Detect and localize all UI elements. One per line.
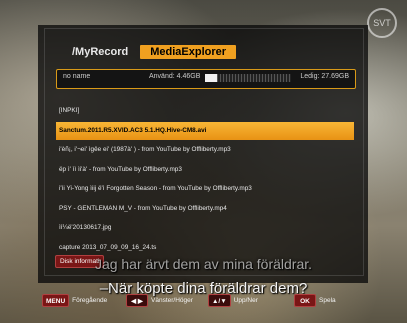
control-left-right[interactable]: ◀ ▶ Vänster/Höger — [126, 294, 193, 307]
free-space-label: Ledig: 27.69GB — [300, 73, 349, 80]
left-right-arrows-icon[interactable]: ◀ ▶ — [126, 294, 148, 307]
storage-usage-bar — [205, 74, 291, 82]
subtitle-line-1: Jag har ärvt dem av mina föräldrar. — [94, 256, 313, 272]
file-list-item[interactable]: PSY - GENTLEMAN M_V - from YouTube by Of… — [56, 200, 354, 218]
tab-myrecord[interactable]: /MyRecord — [68, 45, 132, 59]
ok-key[interactable]: OK — [294, 294, 316, 307]
storage-usage-fill — [205, 74, 218, 82]
file-list-item[interactable]: [INPKI] — [56, 102, 354, 120]
storage-info-bar: no name Använd: 4.46GB Ledig: 27.69GB — [56, 69, 356, 89]
file-list-item[interactable]: i'ìi Yi-Yong ìiij ë'ì Forgotten Season -… — [56, 180, 354, 198]
device-name: no name — [63, 73, 91, 80]
control-ok[interactable]: OK Spela — [294, 294, 336, 307]
menu-key[interactable]: MENU — [42, 294, 70, 307]
control-up-down[interactable]: ▲/▼ Upp/Ner — [208, 294, 258, 307]
file-list-item[interactable]: Sanctum.2011.R5.XVID.AC3 5.1.HQ.Hive-CM8… — [56, 121, 354, 140]
control-menu[interactable]: MENU Föregående — [42, 294, 107, 307]
control-label: Spela — [319, 297, 336, 304]
tab-bar: /MyRecord MediaExplorer — [68, 44, 237, 60]
control-label: Vänster/Höger — [151, 297, 193, 304]
control-label: Upp/Ner — [233, 297, 258, 304]
control-label: Föregående — [72, 297, 108, 304]
file-list-item[interactable]: capture 2013_07_09_09_16_24.ts — [56, 239, 354, 257]
channel-logo-icon: SVT — [367, 8, 397, 38]
up-down-arrows-icon[interactable]: ▲/▼ — [208, 294, 231, 307]
control-bar: MENU Föregående ◀ ▶ Vänster/Höger ▲/▼ Up… — [38, 291, 368, 313]
file-list-item[interactable]: i'èñ¡, i'¬ei' ìgêe ei' (1987à' ) - from … — [56, 141, 354, 159]
file-list: [INPKI] Sanctum.2011.R5.XVID.AC3 5.1.HQ.H… — [56, 102, 354, 258]
file-list-item[interactable]: ìì¼ë'20130617.jpg — [56, 219, 354, 237]
used-space-label: Använd: 4.46GB — [149, 73, 201, 80]
tab-mediaexplorer[interactable]: MediaExplorer — [140, 45, 237, 59]
file-list-item[interactable]: ëp ì' ìì ìi'à' - from YouTube by Offlibe… — [56, 161, 354, 179]
